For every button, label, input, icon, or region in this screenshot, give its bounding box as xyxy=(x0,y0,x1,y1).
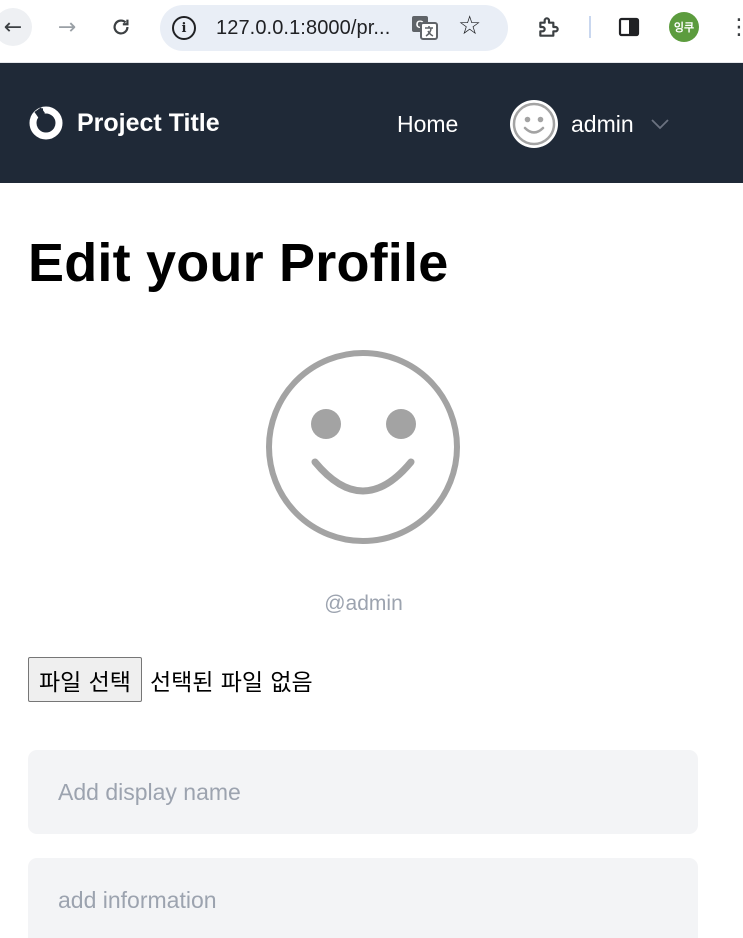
toolbar-divider xyxy=(589,16,591,38)
avatar xyxy=(510,100,558,148)
reload-icon xyxy=(113,19,129,35)
user-menu[interactable]: admin xyxy=(510,100,670,148)
side-panel-icon xyxy=(618,17,640,37)
information-input[interactable] xyxy=(28,858,698,938)
browser-toolbar: ← → i 127.0.0.1:8000/pr... G ☆ 잉쿠 ⋮ xyxy=(0,0,743,63)
bookmark-star-icon[interactable]: ☆ xyxy=(458,11,481,41)
back-button[interactable]: ← xyxy=(0,8,32,46)
file-status: 선택된 파일 없음 xyxy=(149,669,313,696)
logo-icon xyxy=(29,106,63,140)
browser-menu-button[interactable]: ⋮ xyxy=(720,8,743,46)
site-info-icon[interactable]: i xyxy=(172,16,196,40)
choose-file-button[interactable]: 파일 선택 xyxy=(28,657,142,702)
address-url[interactable]: 127.0.0.1:8000/pr... xyxy=(216,17,390,40)
smiley-icon xyxy=(512,102,556,146)
side-panel-button[interactable] xyxy=(610,8,648,46)
profile-avatar[interactable] xyxy=(264,348,462,546)
brand-name: Project Title xyxy=(77,108,220,137)
profile-handle: @admin xyxy=(324,592,403,615)
reload-button[interactable] xyxy=(102,8,140,46)
translate-icon[interactable]: G xyxy=(410,14,440,42)
display-name-input[interactable] xyxy=(28,750,698,834)
user-name: admin xyxy=(571,110,634,137)
address-bar[interactable]: i 127.0.0.1:8000/pr... G ☆ xyxy=(160,5,508,51)
puzzle-icon xyxy=(539,17,559,37)
extensions-button[interactable] xyxy=(530,8,568,46)
browser-profile-avatar[interactable]: 잉쿠 xyxy=(669,12,699,42)
avatar-file-input: 파일 선택 선택된 파일 없음 xyxy=(28,657,313,702)
chevron-down-icon xyxy=(651,119,669,130)
forward-button[interactable]: → xyxy=(48,8,86,46)
site-header: Project Title Home admin xyxy=(0,63,743,183)
page-title: Edit your Profile xyxy=(28,233,449,293)
brand-link[interactable]: Project Title xyxy=(28,105,220,141)
nav-home-link[interactable]: Home xyxy=(397,111,458,138)
